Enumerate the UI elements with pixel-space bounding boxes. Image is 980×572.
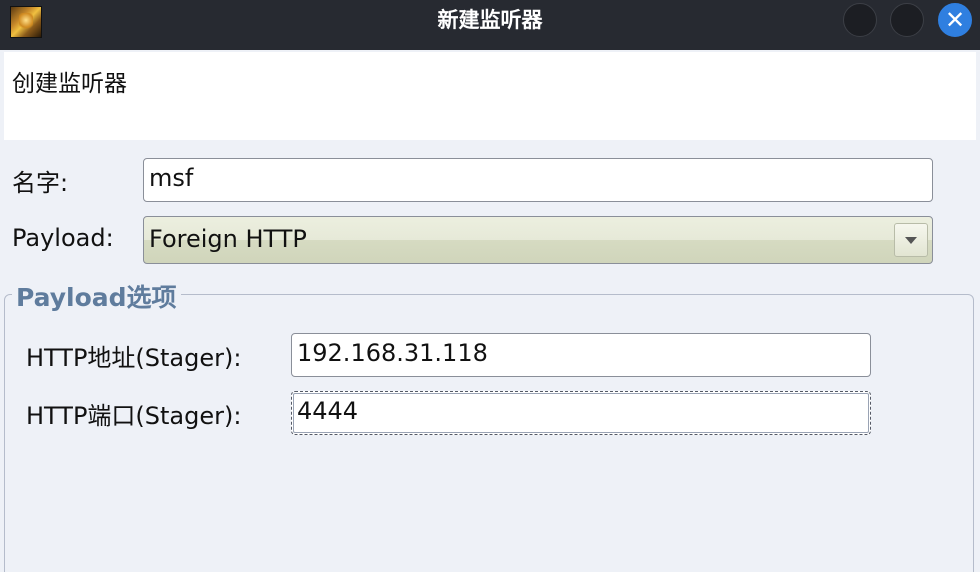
http-host-input[interactable]: 192.168.31.118 (291, 333, 871, 377)
title-bar[interactable]: 新建监听器 ✕ (0, 0, 980, 50)
name-label: 名字: (12, 169, 69, 197)
payload-label: Payload: (12, 224, 114, 252)
payload-options-title: Payload选项 (12, 278, 181, 314)
minimize-button[interactable] (843, 3, 877, 37)
chevron-down-icon (905, 237, 917, 244)
http-port-label: HTTP端口(Stager): (26, 402, 242, 430)
http-host-label: HTTP地址(Stager): (26, 344, 242, 372)
banner-title: 创建监听器 (12, 71, 127, 97)
close-button[interactable]: ✕ (938, 3, 972, 37)
window-title: 新建监听器 (437, 8, 543, 32)
http-port-input[interactable]: 4444 (291, 391, 871, 435)
name-input[interactable]: msf (143, 158, 933, 202)
new-listener-dialog: 新建监听器 ✕ 创建监听器 名字: msf Payload: Foreign H… (0, 0, 980, 572)
close-icon: ✕ (944, 6, 966, 34)
payload-dropdown-button[interactable] (894, 223, 928, 257)
payload-selected-value: Foreign HTTP (149, 225, 307, 253)
maximize-button[interactable] (890, 3, 924, 37)
header-banner: 创建监听器 (4, 52, 976, 140)
payload-select[interactable]: Foreign HTTP (143, 216, 933, 264)
